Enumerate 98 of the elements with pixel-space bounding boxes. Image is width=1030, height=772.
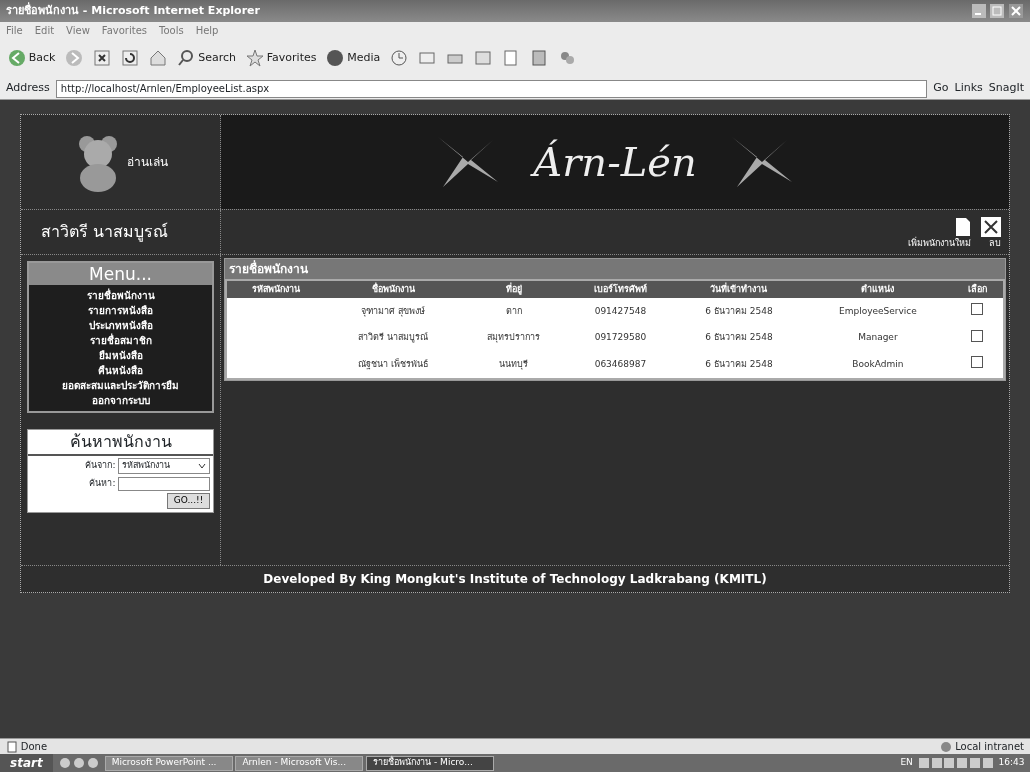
tray-icon[interactable] <box>957 758 968 768</box>
quick-launch-icon[interactable] <box>58 757 99 769</box>
clock-icon[interactable] <box>390 49 409 67</box>
menu-link[interactable]: ยอดสะสมและประวัติการยืม <box>29 377 212 393</box>
stop-icon[interactable] <box>93 49 112 67</box>
tray-icon[interactable] <box>918 758 929 768</box>
taskbar-button[interactable]: Arnlen - Microsoft Vis... <box>235 755 364 771</box>
table-title: รายชื่อพนักงาน <box>227 259 309 278</box>
select-checkbox[interactable] <box>971 356 984 369</box>
table-cell: 6 ธันวาคม 2548 <box>673 298 805 325</box>
people-icon[interactable] <box>558 49 577 67</box>
menu-item[interactable]: View <box>66 22 90 38</box>
column-header: วันที่เข้าทำงาน <box>673 279 805 299</box>
table-cell: 063468987 <box>567 351 674 379</box>
column-header: ชื่อพนักงาน <box>325 279 461 299</box>
address-label: Address <box>6 80 50 97</box>
search-icon <box>177 49 196 67</box>
menu-item[interactable]: Help <box>195 22 219 38</box>
table-cell: 6 ธันวาคม 2548 <box>673 324 805 352</box>
back-button[interactable]: Back <box>8 49 56 67</box>
search-from-label: ค้นจาก: <box>85 459 116 473</box>
refresh-icon[interactable] <box>121 49 140 67</box>
search-button[interactable]: Search <box>177 49 236 67</box>
table-cell: สาวิตรี นาสมบูรณ์ <box>325 324 461 352</box>
search-from-select[interactable]: รหัสพนักงาน <box>118 458 211 474</box>
go-button[interactable]: GO...!! <box>166 493 211 509</box>
select-checkbox[interactable] <box>971 303 984 316</box>
menu-item[interactable]: Edit <box>34 22 55 38</box>
column-header: ที่อยู่ <box>460 279 568 299</box>
table-cell: นนทบุรี <box>460 351 568 379</box>
table-cell: 091427548 <box>567 298 674 325</box>
column-header: ตำแหน่ง <box>804 279 952 299</box>
close-icon <box>981 216 1001 237</box>
table-cell: ณัฐชนา เพ็ชรพันธ์ <box>325 351 461 379</box>
menu-link[interactable]: รายชื่อพนักงาน <box>29 287 212 303</box>
menu-item[interactable]: Favorites <box>101 22 147 38</box>
zone-text: Local intranet <box>955 740 1024 754</box>
taskbar-button[interactable]: รายชื่อพนักงาน - Micro... <box>366 755 495 771</box>
search-field[interactable] <box>118 476 211 491</box>
star-icon <box>246 49 264 67</box>
document-icon[interactable] <box>474 49 493 67</box>
window-title: รายชื่อพนักงาน - Microsoft Internet Explorer <box>6 2 260 19</box>
minimize-icon[interactable] <box>970 3 987 19</box>
add-employee-link[interactable]: เพิ่มพนักงานใหม่ <box>908 216 971 250</box>
column-header: เบอร์โทรศัพท์ <box>567 279 674 299</box>
taskbar-button[interactable]: Microsoft PowerPoint ... <box>104 755 233 771</box>
menu-title: Menu... <box>29 263 212 285</box>
media-icon <box>326 49 345 67</box>
address-field[interactable]: http://localhost/Arnlen/EmployeeList.aspx <box>55 79 928 98</box>
snagit-button[interactable]: SnagIt <box>988 80 1024 97</box>
book-icon[interactable] <box>530 49 549 67</box>
favorites-button[interactable]: Favorites <box>246 49 317 67</box>
links-button[interactable]: Links <box>954 80 983 97</box>
envelope-icon[interactable] <box>418 49 437 67</box>
tray-icon[interactable] <box>982 758 993 768</box>
footer-text: Developed By King Mongkut's Institute of Technology Ladkrabang (KMITL) <box>21 565 1009 592</box>
close-icon[interactable] <box>1008 3 1024 19</box>
menu-link[interactable]: คืนหนังสือ <box>29 362 212 378</box>
logo-text: อ่านเล่น <box>127 154 168 171</box>
delete-link[interactable]: ลบ <box>981 216 1001 250</box>
table-cell: 6 ธันวาคม 2548 <box>673 351 805 379</box>
table-cell: สมุทรปราการ <box>460 324 568 352</box>
column-header: รหัสพนักงาน <box>225 279 326 299</box>
user-name: สาวิตรี นาสมบูรณ์ <box>21 210 221 254</box>
menu-link[interactable]: ยืมหนังสือ <box>29 347 212 363</box>
maximize-icon[interactable] <box>989 3 1006 19</box>
forward-icon[interactable] <box>65 49 84 67</box>
page-icon <box>955 216 971 237</box>
table-cell: 091729580 <box>567 324 674 352</box>
column-header: เลือก <box>951 279 1005 299</box>
menu-link[interactable]: รายการหนังสือ <box>29 302 212 318</box>
table-cell: BookAdmin <box>804 351 952 379</box>
clock: 16:43 <box>998 756 1026 770</box>
go-button[interactable]: Go <box>933 80 949 97</box>
page-icon <box>6 740 18 753</box>
table-cell: ตาก <box>460 298 568 325</box>
select-checkbox[interactable] <box>971 329 984 342</box>
tray-icon[interactable] <box>931 758 942 768</box>
table-cell: Manager <box>804 324 952 352</box>
menu-item[interactable]: Tools <box>159 22 184 38</box>
menu-link[interactable]: ออกจากระบบ <box>29 392 212 408</box>
table-cell: EmployeeService <box>804 298 952 325</box>
start-button[interactable]: start <box>0 754 53 772</box>
media-button[interactable]: Media <box>326 49 381 67</box>
search-title: ค้นหาพนักงาน <box>28 429 213 456</box>
home-icon[interactable] <box>149 49 168 67</box>
search-query-label: ค้นหา: <box>89 476 116 490</box>
menu-link[interactable]: รายชื่อสมาชิก <box>29 332 212 348</box>
back-icon <box>8 49 26 67</box>
language-indicator[interactable]: EN <box>900 756 913 770</box>
table-cell: จุฑามาศ สุขพงษ์ <box>325 298 461 325</box>
tray-icon[interactable] <box>969 758 980 768</box>
globe-icon <box>940 740 953 753</box>
menu-item[interactable]: File <box>6 22 23 38</box>
status-text: Done <box>20 740 48 754</box>
caret-icon <box>198 463 207 469</box>
tray-icon[interactable] <box>944 758 955 768</box>
menu-link[interactable]: ประเภทหนังสือ <box>29 317 212 333</box>
